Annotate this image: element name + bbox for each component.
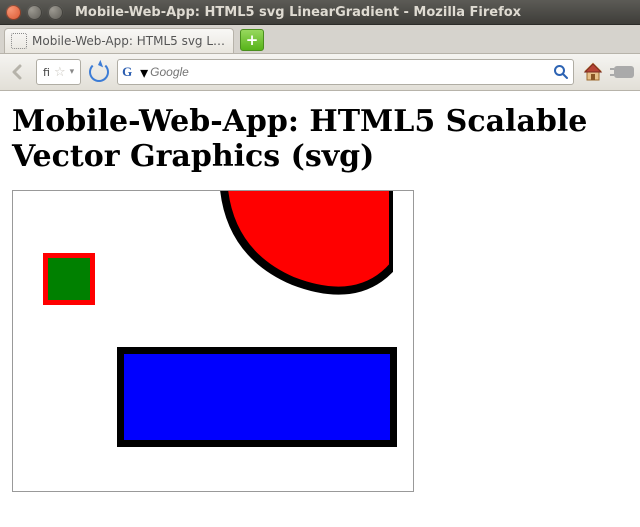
firefox-window: Mobile-Web-App: HTML5 svg LinearGradient… <box>0 0 640 527</box>
svg-canvas <box>12 190 414 492</box>
bookmark-star-icon[interactable]: ☆ <box>54 65 66 80</box>
blue-rectangle-shape <box>117 347 397 447</box>
favicon-placeholder-icon <box>11 33 27 49</box>
google-engine-icon[interactable]: G <box>122 64 140 80</box>
plus-icon: + <box>246 33 259 48</box>
url-identity-label: fi <box>43 66 50 79</box>
window-close-button[interactable] <box>6 5 21 20</box>
tab-label: Mobile-Web-App: HTML5 svg L… <box>32 34 225 48</box>
page-content: Mobile-Web-App: HTML5 Scalable Vector Gr… <box>0 91 640 527</box>
search-box[interactable]: G ▾ <box>117 59 574 85</box>
search-engine-dropdown-icon[interactable]: ▾ <box>140 63 148 82</box>
search-submit-button[interactable] <box>553 64 569 80</box>
tab-strip: Mobile-Web-App: HTML5 svg L… + <box>0 25 640 54</box>
plugin-indicator-icon[interactable] <box>614 66 634 78</box>
back-button[interactable] <box>6 60 30 84</box>
green-square-shape <box>43 253 95 305</box>
magnifier-icon <box>553 64 569 80</box>
active-tab[interactable]: Mobile-Web-App: HTML5 svg L… <box>4 28 234 53</box>
new-tab-button[interactable]: + <box>240 29 264 51</box>
red-blob-shape <box>133 190 393 341</box>
home-button[interactable] <box>582 61 604 83</box>
window-title: Mobile-Web-App: HTML5 svg LinearGradient… <box>75 5 521 20</box>
back-arrow-icon <box>10 64 26 80</box>
url-box[interactable]: fi ☆ ▾ <box>36 59 81 85</box>
window-maximize-button[interactable] <box>48 5 63 20</box>
url-dropdown-icon[interactable]: ▾ <box>70 67 75 77</box>
reload-button[interactable] <box>89 62 109 82</box>
page-heading: Mobile-Web-App: HTML5 Scalable Vector Gr… <box>12 105 628 174</box>
titlebar: Mobile-Web-App: HTML5 svg LinearGradient… <box>0 0 640 25</box>
search-input[interactable] <box>148 64 553 80</box>
window-minimize-button[interactable] <box>27 5 42 20</box>
navigation-toolbar: fi ☆ ▾ G ▾ <box>0 54 640 91</box>
home-icon <box>582 61 604 83</box>
